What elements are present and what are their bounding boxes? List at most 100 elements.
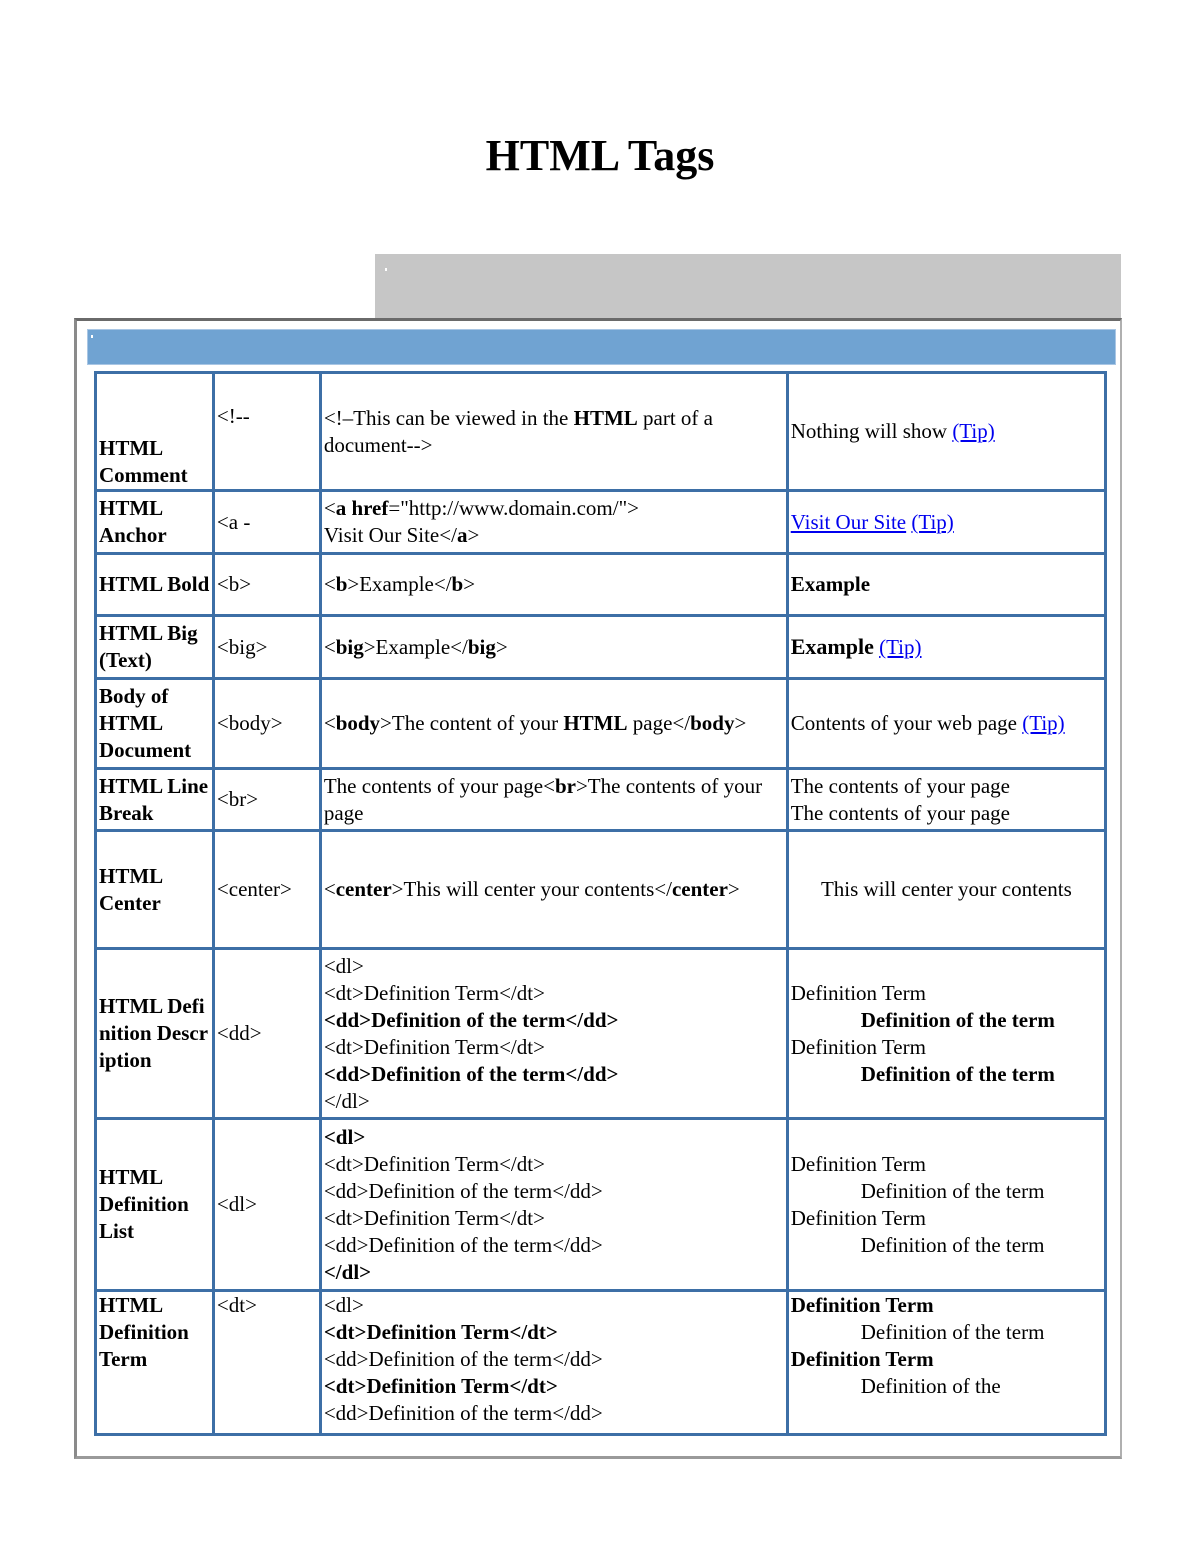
- example-text: >: [495, 634, 508, 659]
- tag-name-cell: HTML Center: [94, 829, 215, 950]
- tag-cell: <dd>: [211, 947, 322, 1120]
- example-text: The contents of your page<: [323, 773, 555, 798]
- def-term: Definition Term: [790, 1151, 926, 1176]
- result-cell: Definition Term Definition of the term D…: [785, 1289, 1108, 1436]
- example-text: <: [323, 877, 336, 901]
- example-line: <dt>Definition Term</dt>: [323, 1205, 545, 1230]
- result-cell: This will center your contents: [785, 829, 1108, 950]
- example-text: <: [323, 496, 336, 520]
- example-text: <!–This can be viewed in the: [323, 405, 574, 430]
- tag-name-cell: HTML Definition List: [94, 1117, 215, 1292]
- table-row: HTML Definition List <dl> <dl> <dt>Defin…: [94, 1117, 1108, 1292]
- example-line: <dt>Definition Term</dt>: [323, 1374, 558, 1398]
- table-row: HTML Bold <b> <b>Example</b> Example: [94, 552, 1108, 617]
- result-cell: Example: [785, 552, 1108, 617]
- tag-name-cell: HTML Big (Text): [94, 614, 215, 680]
- example-line: </dl>: [323, 1088, 370, 1113]
- tag-cell: <!--: [211, 371, 322, 492]
- table-row: HTML Center <center> <center>This will c…: [94, 829, 1108, 950]
- def-term: Definition Term: [790, 1293, 934, 1317]
- def-description: Definition of the term: [860, 1061, 1055, 1086]
- def-description: Definition of the term: [860, 1232, 1045, 1257]
- tag-cell: <body>: [211, 677, 322, 770]
- result-big-text: Example: [790, 634, 874, 659]
- example-bold: body: [690, 711, 735, 735]
- example-text: >Example</: [363, 634, 468, 659]
- example-bold: a: [456, 523, 468, 547]
- example-text: <: [323, 711, 336, 735]
- example-bold: big: [467, 634, 496, 659]
- result-cell: The contents of your page The contents o…: [785, 767, 1108, 832]
- tag-cell: <a -: [211, 489, 322, 555]
- example-line: <dt>Definition Term</dt>: [323, 1034, 545, 1059]
- example-line: <dd>Definition of the term</dd>: [323, 1347, 603, 1371]
- result-cell: Definition Term Definition of the term D…: [785, 1117, 1108, 1292]
- table-row: HTML Line Break <br> The contents of you…: [94, 767, 1108, 832]
- tag-cell: <dt>: [211, 1289, 322, 1436]
- example-cell: <b>Example</b>: [318, 552, 789, 617]
- tip-link[interactable]: (Tip): [1022, 711, 1064, 735]
- example-line: </dl>: [323, 1259, 372, 1284]
- tip-link[interactable]: (Tip): [879, 635, 921, 659]
- example-cell: <dl> <dt>Definition Term</dt> <dd>Defini…: [318, 1289, 789, 1436]
- example-bold: center: [671, 877, 728, 901]
- tag-name-cell: HTML Anchor: [94, 489, 215, 555]
- example-bold: a href: [335, 496, 389, 520]
- example-text: Visit Our Site</: [323, 523, 457, 547]
- def-term: Definition Term: [790, 1205, 926, 1230]
- example-line: <dd>Definition of the term</dd>: [323, 1007, 619, 1032]
- example-bold: b: [451, 572, 464, 596]
- example-text: >: [727, 877, 740, 901]
- table-row: HTML Big (Text) <big> <big>Example</big>…: [94, 614, 1108, 680]
- placeholder-dot: [385, 268, 387, 271]
- example-bold: center: [335, 877, 392, 901]
- example-line: <dl>: [323, 953, 364, 978]
- visit-site-link[interactable]: Visit Our Site: [791, 510, 906, 534]
- example-line: <dd>Definition of the term</dd>: [323, 1401, 603, 1425]
- table-row: HTML Definition Term <dt> <dl> <dt>Defin…: [94, 1289, 1108, 1436]
- example-bold: big: [335, 634, 364, 659]
- placeholder-dot: [91, 335, 93, 338]
- table-row: HTML Definition Description <dd> <dl> <d…: [94, 947, 1108, 1120]
- example-text: ="http://www.domain.com/">: [388, 496, 639, 520]
- example-bold: HTML: [573, 405, 638, 430]
- tag-name-cell: HTML Comment: [94, 371, 215, 492]
- example-text: >This will center your contents</: [391, 877, 672, 901]
- example-cell: <a href="http://www.domain.com/"> Visit …: [318, 489, 789, 555]
- result-line: The contents of your page: [790, 800, 1010, 825]
- def-description: Definition of the: [860, 1374, 1001, 1398]
- example-line: <dt>Definition Term</dt>: [323, 980, 545, 1005]
- result-cell: Contents of your web page (Tip): [785, 677, 1108, 770]
- example-text: page</: [627, 711, 691, 735]
- tip-link[interactable]: (Tip): [952, 419, 994, 443]
- def-term: Definition Term: [790, 1347, 934, 1371]
- result-cell: Example (Tip): [785, 614, 1108, 680]
- example-text: >: [467, 523, 480, 547]
- example-cell: <big>Example</big>: [318, 614, 789, 680]
- def-term: Definition Term: [790, 1034, 926, 1059]
- example-line: <dl>: [323, 1124, 366, 1149]
- table-frame: HTML Comment <!-- <!–This can be viewed …: [74, 318, 1122, 1459]
- example-bold: HTML: [563, 711, 628, 735]
- tip-link[interactable]: (Tip): [911, 510, 953, 534]
- html-tags-table: HTML Comment <!-- <!–This can be viewed …: [94, 371, 1108, 1436]
- example-line: <dl>: [323, 1293, 364, 1317]
- result-cell: Nothing will show (Tip): [785, 371, 1108, 492]
- table-row: HTML Anchor <a - <a href="http://www.dom…: [94, 489, 1108, 555]
- table-row: Body of HTML Document <body> <body>The c…: [94, 677, 1108, 770]
- example-bold: br: [554, 773, 576, 798]
- def-description: Definition of the term: [860, 1320, 1045, 1344]
- example-cell: The contents of your page<br>The content…: [318, 767, 789, 832]
- gray-header-box: [375, 254, 1121, 318]
- def-term: Definition Term: [790, 980, 926, 1005]
- tag-cell: <center>: [211, 829, 322, 950]
- result-text: Nothing will show: [790, 419, 953, 443]
- result-text: Contents of your web page: [790, 711, 1023, 735]
- tag-cell: <b>: [211, 552, 322, 617]
- tag-cell: <dl>: [211, 1117, 322, 1292]
- example-text: >: [734, 711, 747, 735]
- result-cell: Definition Term Definition of the term D…: [785, 947, 1108, 1120]
- example-line: <dt>Definition Term</dt>: [323, 1151, 545, 1176]
- tag-cell: <br>: [211, 767, 322, 832]
- def-description: Definition of the term: [860, 1007, 1055, 1032]
